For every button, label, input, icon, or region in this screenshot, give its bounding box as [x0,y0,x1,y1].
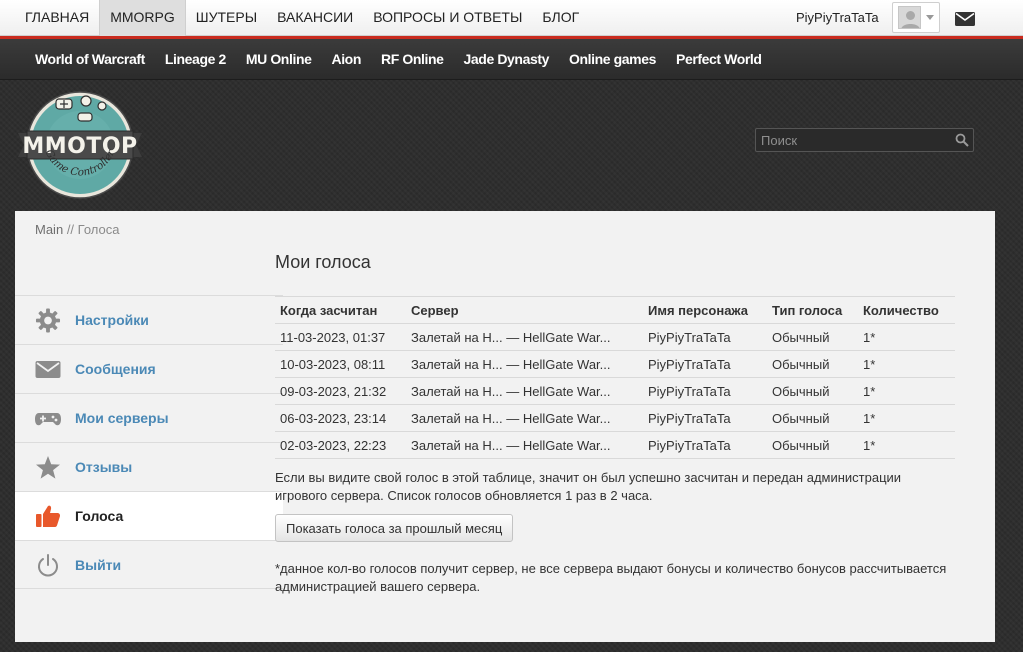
cell-date: 06-03-2023, 23:14 [275,404,406,432]
cell-character: PiyPiyTraTaTa [643,404,767,432]
gamenav-item-jade-dynasty[interactable]: Jade Dynasty [454,39,559,80]
cell-server-link[interactable]: Залетай на Н... — HellGate War... [406,431,643,459]
gamenav-item-rf-online[interactable]: RF Online [371,39,454,80]
cell-character: PiyPiyTraTaTa [643,350,767,378]
cell-vote-type: Обычный [767,431,858,459]
sidebar-item-messages[interactable]: Сообщения [15,344,283,393]
sidebar-item-my-servers[interactable]: Мои серверы [15,393,283,442]
gamenav-item-mu-online[interactable]: MU Online [236,39,322,80]
breadcrumb: Main // Голоса [35,222,119,237]
cell-date: 11-03-2023, 01:37 [275,323,406,351]
top-nav: Главная MMORPG Шутеры Вакансии Вопросы и… [15,0,589,36]
topnav-item-mmorpg[interactable]: MMORPG [99,0,186,36]
cell-server-link[interactable]: Залетай на Н... — HellGate War... [406,350,643,378]
sidebar-item-settings[interactable]: Настройки [15,295,283,344]
topnav-item-main[interactable]: Главная [15,0,99,36]
cell-server-link[interactable]: Залетай на Н... — HellGate War... [406,404,643,432]
user-avatar-icon [898,6,921,29]
cell-character: PiyPiyTraTaTa [643,377,767,405]
column-header-date: Когда засчитан [275,296,406,324]
sidebar-item-label: Мои серверы [75,410,169,426]
sidebar-item-logout[interactable]: Выйти [15,540,283,589]
cell-vote-type: Обычный [767,404,858,432]
topnav-item-blog[interactable]: Блог [532,0,589,36]
breadcrumb-separator: // [66,222,75,237]
sidebar-item-label: Выйти [75,557,122,573]
envelope-icon [35,357,61,382]
sidebar-item-label: Голоса [75,508,124,524]
column-header-character: Имя персонажа [643,296,767,324]
game-nav: World of Warcraft Lineage 2 MU Online Ai… [25,39,772,80]
column-header-vote-type: Тип голоса [767,296,858,324]
table-row: 02-03-2023, 22:23 Залетай на Н... — Hell… [275,431,955,459]
username-link[interactable]: PiyPiyTraTaTa [796,0,879,36]
search-box [755,128,974,152]
sidebar-item-label: Отзывы [75,459,133,475]
cell-date: 10-03-2023, 08:11 [275,350,406,378]
votes-footnote: *данное кол-во голосов получит сервер, н… [275,561,947,594]
cell-date: 09-03-2023, 21:32 [275,377,406,405]
table-row: 09-03-2023, 21:32 Залетай на Н... — Hell… [275,377,955,405]
site-logo[interactable]: MMOTOP Game Controller [16,89,144,201]
cell-server-link[interactable]: Залетай на Н... — HellGate War... [406,377,643,405]
cell-quantity: 1* [858,431,955,459]
game-navigation-bar: World of Warcraft Lineage 2 MU Online Ai… [0,39,1023,80]
user-menu-dropdown[interactable] [892,2,940,33]
account-sidebar: Настройки Сообщения Мои серверы Отзывы Г… [15,295,283,589]
envelope-icon[interactable] [955,12,975,26]
table-row: 11-03-2023, 01:37 Залетай на Н... — Hell… [275,323,955,351]
votes-table: Когда засчитан Сервер Имя персонажа Тип … [275,296,955,459]
star-icon [35,455,61,480]
topnav-item-qa[interactable]: Вопросы и ответы [363,0,532,36]
column-header-quantity: Количество [858,296,955,324]
gamenav-item-online-games[interactable]: Online games [559,39,666,80]
column-header-server: Сервер [406,296,643,324]
cell-vote-type: Обычный [767,323,858,351]
search-input[interactable] [756,129,951,151]
cell-vote-type: Обычный [767,350,858,378]
thumbs-up-icon [35,504,61,529]
cell-quantity: 1* [858,323,955,351]
logo-wordmark: MMOTOP [22,134,137,159]
gamepad-icon [35,406,61,431]
cell-quantity: 1* [858,350,955,378]
cell-vote-type: Обычный [767,377,858,405]
gamenav-item-wow[interactable]: World of Warcraft [25,39,155,80]
table-row: 10-03-2023, 08:11 Залетай на Н... — Hell… [275,350,955,378]
breadcrumb-current: Голоса [77,222,120,237]
breadcrumb-home-link[interactable]: Main [35,222,63,237]
page-title: Мои голоса [275,252,371,272]
gamenav-item-lineage2[interactable]: Lineage 2 [155,39,236,80]
magnifier-icon[interactable] [955,133,969,147]
sidebar-item-reviews[interactable]: Отзывы [15,442,283,491]
cell-character: PiyPiyTraTaTa [643,431,767,459]
gamenav-item-perfect-world[interactable]: Perfect World [666,39,772,80]
top-navigation-bar: Главная MMORPG Шутеры Вакансии Вопросы и… [0,0,1023,36]
cell-server-link[interactable]: Залетай на Н... — HellGate War... [406,323,643,351]
cell-quantity: 1* [858,404,955,432]
votes-info-text: Если вы видите свой голос в этой таблице… [275,470,902,503]
sidebar-item-label: Сообщения [75,361,156,377]
topnav-item-shooters[interactable]: Шутеры [186,0,267,36]
show-previous-month-button[interactable]: Показать голоса за прошлый месяц [275,514,514,542]
content-panel: Main // Голоса Настройки Сообщения Мои с… [15,211,995,642]
chevron-down-icon [926,15,934,20]
sidebar-item-votes[interactable]: Голоса [15,491,283,540]
sidebar-item-label: Настройки [75,312,149,328]
cell-quantity: 1* [858,377,955,405]
cell-date: 02-03-2023, 22:23 [275,431,406,459]
gamenav-item-aion[interactable]: Aion [321,39,371,80]
cell-character: PiyPiyTraTaTa [643,323,767,351]
topnav-item-vacancies[interactable]: Вакансии [267,0,363,36]
gear-icon [35,308,61,333]
power-icon [35,553,61,578]
table-row: 06-03-2023, 23:14 Залетай на Н... — Hell… [275,404,955,432]
table-header-row: Когда засчитан Сервер Имя персонажа Тип … [275,296,955,324]
